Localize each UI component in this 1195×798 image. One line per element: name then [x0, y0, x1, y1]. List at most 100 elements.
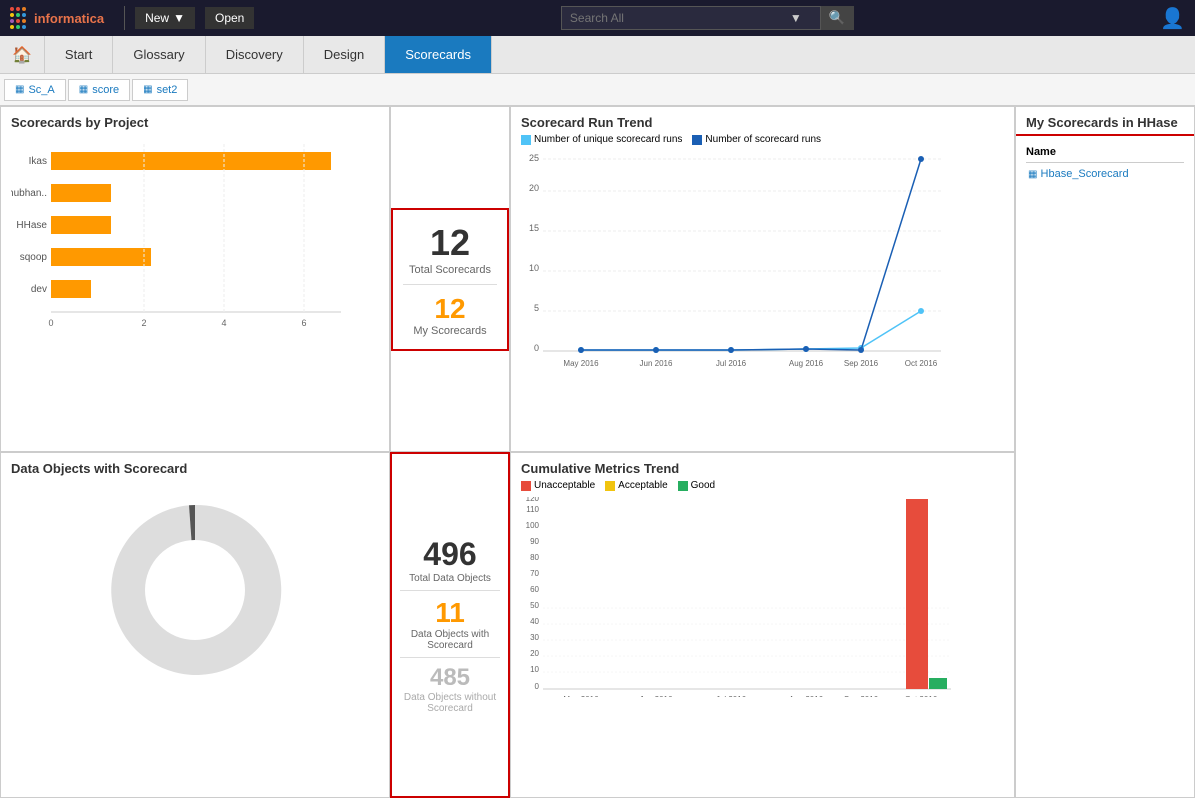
scorecards-by-project-panel: Scorecards by Project Ikas Shubhan.. HHa…: [0, 106, 390, 452]
svg-text:0: 0: [48, 318, 53, 328]
search-input[interactable]: [570, 11, 790, 25]
my-scorecards-number: 12: [403, 293, 497, 325]
svg-text:HHase: HHase: [16, 220, 47, 231]
main-content: Scorecards by Project Ikas Shubhan.. HHa…: [0, 106, 1195, 798]
run-trend-chart: 0 5 10 15 20 25 May 2016 Jun 2016 Jul 20…: [521, 151, 961, 371]
legend-unique-runs: Number of unique scorecard runs: [521, 134, 682, 145]
with-scorecard-label: Data Objects with Scorecard: [400, 629, 500, 651]
svg-text:4: 4: [221, 318, 226, 328]
svg-text:May 2016: May 2016: [563, 359, 599, 368]
svg-text:10: 10: [530, 665, 539, 674]
total-scorecards-number: 12: [403, 222, 497, 264]
data-objects-panel: Data Objects with Scorecard: [0, 452, 390, 798]
search-dropdown-icon[interactable]: ▼: [790, 11, 802, 25]
svg-text:40: 40: [530, 617, 539, 626]
total-data-objects-label: Total Data Objects: [400, 573, 500, 584]
tab-scorecards[interactable]: Scorecards: [385, 36, 492, 73]
logo: informatica: [10, 7, 104, 29]
open-tabs-bar: ▦ Sc_A ▦ score ▦ set2: [0, 74, 1195, 106]
svg-text:0: 0: [534, 343, 539, 353]
home-icon: 🏠: [12, 45, 32, 65]
top-navigation: informatica New ▼ Open ▼ 🔍 👤: [0, 0, 1195, 36]
bar-shubhan: [51, 184, 111, 202]
svg-text:Jun 2016: Jun 2016: [640, 359, 673, 368]
svg-text:30: 30: [530, 633, 539, 642]
user-icon[interactable]: 👤: [1160, 6, 1185, 31]
svg-text:0: 0: [535, 682, 540, 691]
set2-icon: ▦: [143, 84, 152, 95]
name-column-header: Name: [1026, 146, 1184, 163]
open-tab-set2[interactable]: ▦ set2: [132, 79, 188, 101]
data-objects-title: Data Objects with Scorecard: [1, 453, 389, 480]
cumulative-metrics-panel: Cumulative Metrics Trend Unacceptable Ac…: [510, 452, 1015, 798]
tab-glossary[interactable]: Glossary: [113, 36, 205, 73]
open-label: Open: [215, 11, 244, 25]
my-scorecards-content: Name ▦ Hbase_Scorecard: [1016, 136, 1194, 193]
legend-unacceptable: Unacceptable: [521, 480, 595, 491]
bar-good: [929, 678, 947, 689]
total-runs-line: [581, 159, 921, 350]
svg-text:10: 10: [529, 263, 539, 273]
new-button[interactable]: New ▼: [135, 7, 195, 29]
run-trend-legend: Number of unique scorecard runs Number o…: [521, 134, 1004, 145]
scorecard-row-icon: ▦: [1028, 169, 1037, 180]
svg-text:20: 20: [529, 183, 539, 193]
svg-text:Jun 2016: Jun 2016: [640, 695, 673, 697]
run-trend-title: Scorecard Run Trend: [511, 107, 1014, 134]
tab-design[interactable]: Design: [304, 36, 385, 73]
svg-text:120: 120: [526, 497, 540, 503]
table-row[interactable]: ▦ Hbase_Scorecard: [1026, 165, 1184, 183]
svg-text:2: 2: [141, 318, 146, 328]
bar-unacceptable: [906, 499, 928, 689]
svg-text:15: 15: [529, 223, 539, 233]
home-tab[interactable]: 🏠: [0, 36, 45, 73]
legend-good: Good: [678, 480, 715, 491]
scorecards-project-title: Scorecards by Project: [1, 107, 389, 134]
search-container: ▼ 🔍: [264, 6, 1150, 30]
cumulative-title: Cumulative Metrics Trend: [511, 453, 1014, 480]
svg-text:70: 70: [530, 569, 539, 578]
without-scorecard-number: 485: [400, 664, 500, 692]
svg-text:Aug 2016: Aug 2016: [789, 695, 824, 697]
svg-text:Jul 2016: Jul 2016: [716, 695, 747, 697]
svg-text:6: 6: [301, 318, 306, 328]
without-scorecard-label: Data Objects without Scorecard: [400, 692, 500, 714]
svg-text:90: 90: [530, 537, 539, 546]
open-tab-sc-a[interactable]: ▦ Sc_A: [4, 79, 66, 101]
donut-chart: [85, 500, 305, 680]
my-scorecards-label: My Scorecards: [403, 325, 497, 337]
donut-chart-container: [1, 480, 389, 700]
legend-total-runs: Number of scorecard runs: [692, 134, 821, 145]
stats-bottom-panel: 496 Total Data Objects 11 Data Objects w…: [390, 452, 510, 798]
tab-discovery[interactable]: Discovery: [206, 36, 304, 73]
with-scorecard-number: 11: [400, 597, 500, 629]
svg-text:Aug 2016: Aug 2016: [789, 359, 824, 368]
open-button[interactable]: Open: [205, 7, 254, 29]
new-label: New: [145, 11, 169, 25]
svg-text:100: 100: [526, 521, 540, 530]
svg-text:sqoop: sqoop: [20, 252, 48, 263]
scorecard-name: Hbase_Scorecard: [1041, 168, 1129, 180]
bar-chart-svg: Ikas Shubhan.. HHase sqoop dev: [11, 134, 371, 374]
score-icon: ▦: [79, 84, 88, 95]
svg-text:Sep 2016: Sep 2016: [844, 359, 879, 368]
search-box: ▼: [561, 6, 821, 30]
tab-start[interactable]: Start: [45, 36, 113, 73]
svg-text:Shubhan..: Shubhan..: [11, 188, 47, 199]
scorecard-run-trend-panel: Scorecard Run Trend Number of unique sco…: [510, 106, 1015, 452]
search-button[interactable]: 🔍: [821, 6, 854, 30]
svg-text:5: 5: [534, 303, 539, 313]
open-tab-score[interactable]: ▦ score: [68, 79, 130, 101]
svg-text:20: 20: [530, 649, 539, 658]
svg-text:dev: dev: [31, 284, 47, 295]
cumulative-legend: Unacceptable Acceptable Good: [521, 480, 1004, 491]
svg-text:60: 60: [530, 585, 539, 594]
logo-text: informatica: [34, 11, 104, 26]
sc-a-icon: ▦: [15, 84, 24, 95]
svg-text:May 2016: May 2016: [563, 695, 599, 697]
new-chevron-icon: ▼: [173, 11, 185, 25]
bar-hbase: [51, 216, 111, 234]
svg-text:Oct 2016: Oct 2016: [905, 359, 938, 368]
my-scorecards-panel: My Scorecards in HHase Name ▦ Hbase_Scor…: [1015, 106, 1195, 798]
bar-dev: [51, 280, 91, 298]
